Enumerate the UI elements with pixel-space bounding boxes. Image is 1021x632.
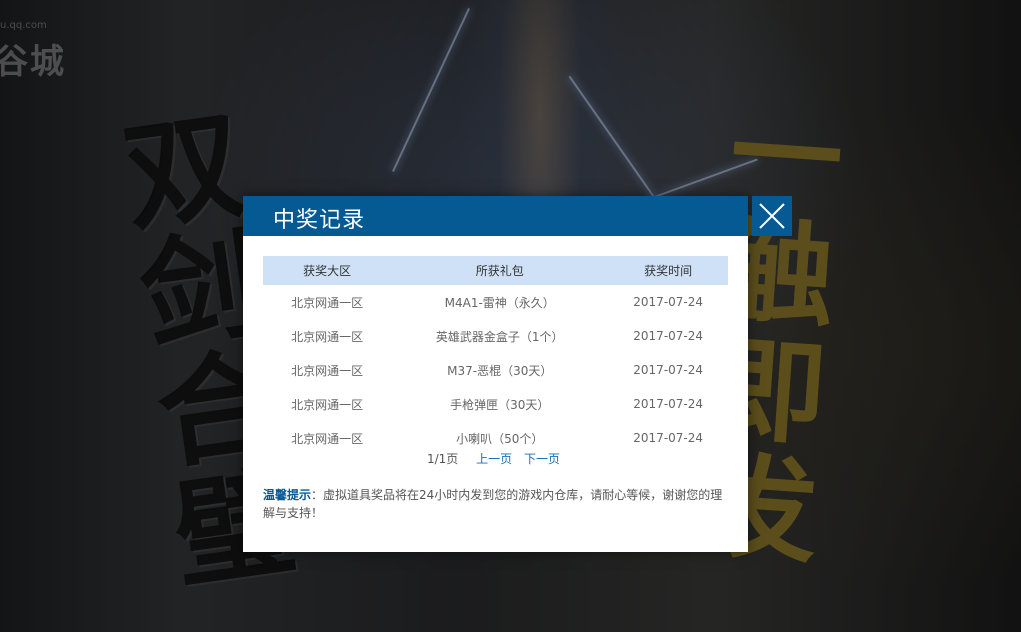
cell-zone: 北京网通一区 <box>291 295 364 310</box>
dialog-title: 中奖记录 <box>273 208 366 233</box>
dialog-header: 中奖记录 <box>243 196 748 236</box>
pagination: 1/1页 上一页 下一页 <box>243 450 748 467</box>
cell-gift: 手枪弹匣（30天） <box>450 397 550 412</box>
notice-text: 温馨提示：虚拟道具奖品将在24小时内发到您的游戏内仓库，请耐心等候，谢谢您的理解… <box>263 486 733 522</box>
cell-time: 2017-07-24 <box>633 363 704 377</box>
notice-label: 温馨提示 <box>263 488 312 502</box>
cell-zone: 北京网通一区 <box>291 329 364 344</box>
notice-body: ：虚拟道具奖品将在24小时内发到您的游戏内仓库，请耐心等候，谢谢您的理解与支持！ <box>263 488 723 520</box>
table-header-row: 获奖大区 所获礼包 获奖时间 <box>263 256 728 285</box>
cell-zone: 北京网通一区 <box>291 363 364 378</box>
prev-page-link[interactable]: 上一页 <box>476 452 512 466</box>
cell-time: 2017-07-24 <box>633 329 704 343</box>
cell-gift: M4A1-雷神（永久） <box>444 295 555 310</box>
prize-record-dialog: 中奖记录 获奖大区 所获礼包 获奖时间 北京网通一区 M4A1-雷神（永久） 2… <box>243 196 748 552</box>
close-button[interactable] <box>752 196 792 236</box>
cell-time: 2017-07-24 <box>633 295 704 309</box>
game-background: u.qq.com 谷城 双剑合璧 一触即发 中奖记录 获奖大区 所获礼包 获奖时… <box>0 0 1021 632</box>
column-header-zone: 获奖大区 <box>263 256 392 285</box>
table-row: 北京网通一区 英雄武器金盒子（1个） 2017-07-24 <box>263 319 728 353</box>
table-row: 北京网通一区 M37-恶棍（30天） 2017-07-24 <box>263 353 728 387</box>
cell-zone: 北京网通一区 <box>291 397 364 412</box>
cell-gift: M37-恶棍（30天） <box>447 363 553 378</box>
column-header-gift: 所获礼包 <box>391 256 609 285</box>
next-page-link[interactable]: 下一页 <box>524 452 560 466</box>
table-row: 北京网通一区 M4A1-雷神（永久） 2017-07-24 <box>263 285 728 319</box>
page-indicator: 1/1页 <box>426 452 459 466</box>
cell-time: 2017-07-24 <box>633 397 704 411</box>
prize-record-table: 获奖大区 所获礼包 获奖时间 北京网通一区 M4A1-雷神（永久） 2017-0… <box>263 256 728 455</box>
cell-gift: 英雄武器金盒子（1个） <box>435 329 564 344</box>
table-row: 北京网通一区 手枪弹匣（30天） 2017-07-24 <box>263 387 728 421</box>
close-icon <box>759 203 785 229</box>
column-header-time: 获奖时间 <box>608 256 728 285</box>
